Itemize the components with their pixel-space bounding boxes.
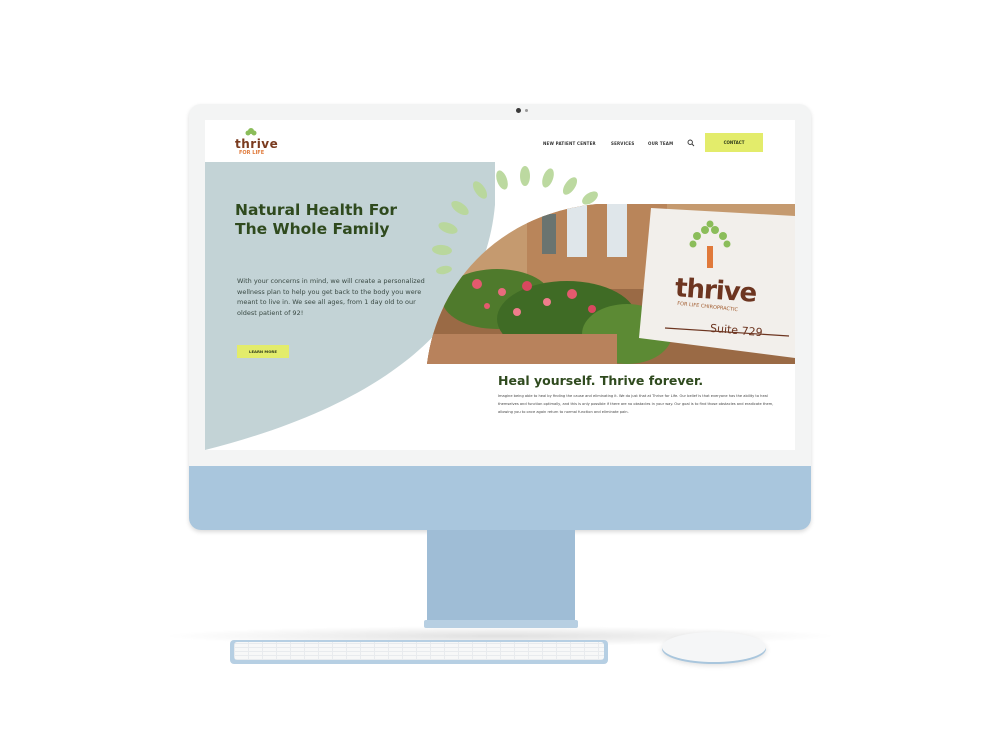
nav-services[interactable]: SERVICES — [611, 141, 634, 146]
monitor-chin — [189, 466, 811, 530]
keyboard-keys[interactable] — [234, 642, 604, 660]
hero-title: Natural Health For The Whole Family — [235, 201, 398, 238]
nav-our-team[interactable]: OUR TEAM — [648, 141, 673, 146]
site-logo[interactable]: thrive — [235, 137, 278, 151]
screen: thrive FOR LIFE CHIROPRACTIC Suite 729 t… — [205, 120, 795, 450]
site-logo-tagline: FOR LIFE — [239, 150, 265, 156]
learn-more-button[interactable]: LEARN MORE — [237, 345, 289, 358]
camera-icon — [516, 108, 521, 113]
search-icon[interactable] — [687, 139, 695, 147]
leaves-decoration — [432, 166, 598, 275]
monitor-stand — [427, 530, 575, 626]
section-heading: Heal yourself. Thrive forever. — [498, 373, 704, 388]
website: thrive FOR LIFE CHIROPRACTIC Suite 729 t… — [205, 120, 795, 450]
monitor-stand-base — [424, 620, 578, 628]
contact-button[interactable]: CONTACT — [705, 133, 763, 152]
mouse[interactable] — [662, 632, 766, 662]
nav-new-patient-center[interactable]: NEW PATIENT CENTER — [543, 141, 596, 146]
hero-body: With your concerns in mind, we will crea… — [237, 277, 425, 317]
camera-sensor — [525, 109, 528, 112]
section-body: Imagine being able to heal by finding th… — [498, 394, 774, 415]
